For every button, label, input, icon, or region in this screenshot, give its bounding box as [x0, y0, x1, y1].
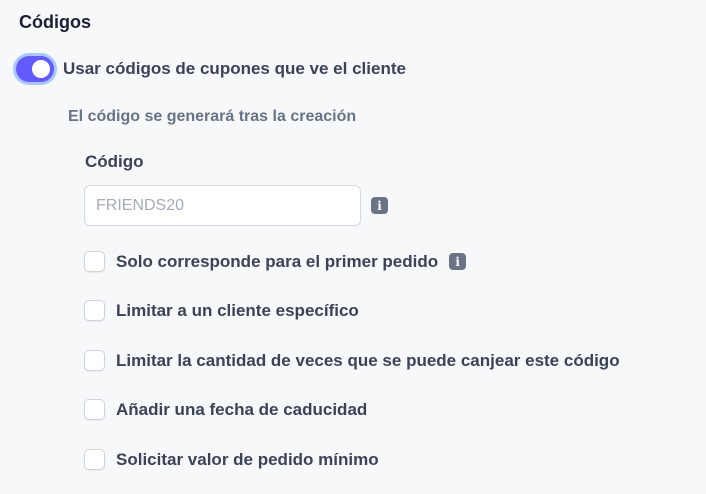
expiration-date-checkbox[interactable]	[84, 399, 105, 420]
option-limit-customer[interactable]: Limitar a un cliente específico	[84, 300, 359, 321]
section-title: Códigos	[19, 12, 91, 32]
first-order-checkbox[interactable]	[84, 251, 105, 272]
generation-note: El código se generará tras la creación	[68, 108, 357, 125]
customer-codes-toggle-row[interactable]: Usar códigos de cupones que ve el client…	[16, 56, 406, 82]
toggle-label[interactable]: Usar códigos de cupones que ve el client…	[63, 59, 406, 79]
code-field-label: Código	[85, 152, 144, 171]
option-minimum-order[interactable]: Solicitar valor de pedido mínimo	[84, 449, 379, 470]
option-expiration-date[interactable]: Añadir una fecha de caducidad	[84, 399, 367, 420]
toggle-knob	[32, 60, 50, 78]
info-icon[interactable]: i	[371, 197, 388, 214]
option-limit-redemptions[interactable]: Limitar la cantidad de veces que se pued…	[84, 350, 620, 371]
coupon-codes-panel: Códigos Usar códigos de cupones que ve e…	[0, 0, 706, 494]
minimum-order-checkbox[interactable]	[84, 449, 105, 470]
option-label[interactable]: Solicitar valor de pedido mínimo	[116, 450, 379, 470]
option-label[interactable]: Limitar a un cliente específico	[116, 301, 359, 321]
customer-codes-toggle[interactable]	[16, 56, 54, 82]
info-icon[interactable]: i	[449, 253, 467, 270]
option-label[interactable]: Añadir una fecha de caducidad	[116, 400, 367, 420]
limit-customer-checkbox[interactable]	[84, 300, 105, 321]
option-label[interactable]: Limitar la cantidad de veces que se pued…	[116, 351, 620, 371]
limit-redemptions-checkbox[interactable]	[84, 350, 105, 371]
option-label[interactable]: Solo corresponde para el primer pedido	[116, 252, 438, 272]
option-first-order-only[interactable]: Solo corresponde para el primer pedido i	[84, 251, 467, 272]
code-input[interactable]	[84, 185, 361, 226]
